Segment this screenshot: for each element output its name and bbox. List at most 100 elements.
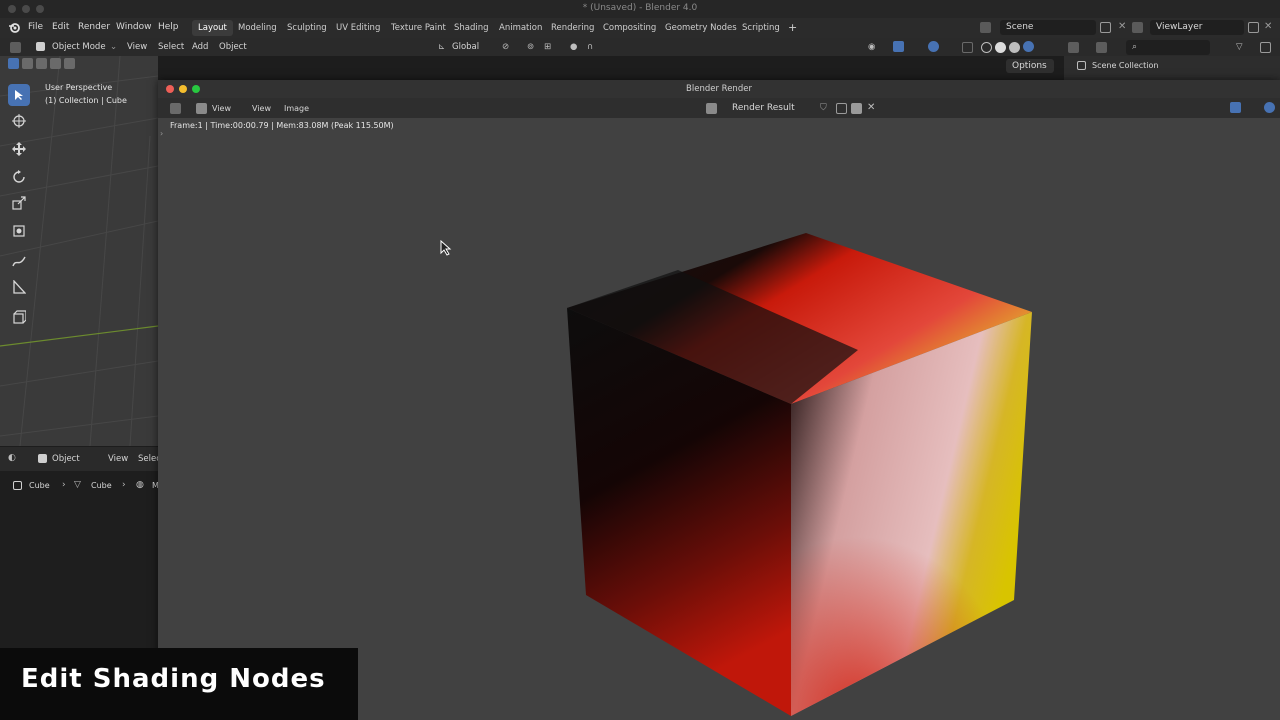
proportional-edit-icon[interactable]: ● — [570, 42, 577, 52]
view-layer-field[interactable]: ViewLayer — [1150, 20, 1244, 35]
mesh-icon: ▽ — [74, 480, 81, 490]
new-scene-icon[interactable] — [1100, 22, 1111, 33]
outliner: Scene Collection — [1064, 56, 1280, 82]
menu-render[interactable]: Render — [78, 22, 110, 32]
scale-tool-icon[interactable] — [8, 192, 30, 214]
select-intersect-icon[interactable] — [50, 58, 61, 69]
snap-icon[interactable]: ⊚ — [527, 42, 534, 52]
options-label: Options — [1012, 61, 1047, 71]
new-collection-icon[interactable] — [1260, 42, 1271, 53]
visibility-icon[interactable]: ◉ — [868, 42, 875, 52]
object-type-icon — [38, 454, 47, 463]
tab-shading[interactable]: Shading — [448, 20, 495, 36]
annotate-tool-icon[interactable] — [8, 250, 30, 272]
select-tool-icon[interactable] — [8, 84, 30, 106]
collection-icon — [1077, 61, 1086, 70]
select-extend-icon[interactable] — [22, 58, 33, 69]
viewport-menu-add[interactable]: Add — [192, 42, 208, 52]
select-subtract-icon[interactable] — [36, 58, 47, 69]
wireframe-shading-icon[interactable] — [981, 42, 992, 53]
tab-animation[interactable]: Animation — [493, 20, 548, 36]
object-mode-icon — [36, 42, 45, 51]
lower-editor-header: ◐ Object View Selec — [0, 447, 161, 471]
lower-mode-dropdown[interactable]: Object — [52, 454, 80, 464]
search-icon: ⌕ — [1132, 42, 1138, 52]
menu-window[interactable]: Window — [116, 22, 152, 32]
breadcrumb-mesh[interactable]: Cube — [91, 481, 112, 490]
select-box-mode-icon[interactable] — [8, 58, 19, 69]
render-result-image — [567, 233, 1032, 716]
add-cube-tool-icon[interactable] — [8, 306, 30, 328]
move-tool-icon[interactable] — [8, 138, 30, 160]
orientation-icon: ⊾ — [438, 42, 446, 52]
lower-breadcrumb: Cube › ▽ Cube › ◍ M — [0, 477, 159, 495]
viewport-menu-view[interactable]: View — [127, 42, 147, 52]
tab-geometry-nodes[interactable]: Geometry Nodes — [659, 20, 743, 36]
view-layer-icon[interactable] — [1132, 22, 1143, 33]
new-view-layer-icon[interactable] — [1248, 22, 1259, 33]
gizmo-toggle-icon[interactable] — [893, 41, 904, 52]
outliner-search-input[interactable]: ⌕ — [1126, 40, 1210, 55]
menu-help[interactable]: Help — [158, 22, 179, 32]
scene-name: Scene — [1006, 22, 1034, 32]
mode-dropdown[interactable]: Object Mode — [52, 42, 106, 52]
options-dropdown[interactable]: Options — [1006, 59, 1054, 73]
snap-target-icon[interactable]: ⊞ — [544, 42, 551, 52]
xray-icon[interactable] — [962, 42, 973, 53]
viewport-perspective-label: User Perspective — [45, 83, 113, 92]
orientation-dropdown[interactable]: Global — [452, 42, 479, 52]
filter-icon[interactable]: ▽ — [1236, 42, 1243, 52]
tab-sculpting[interactable]: Sculpting — [281, 20, 333, 36]
delete-view-layer-icon[interactable]: ✕ — [1264, 22, 1275, 33]
top-menu-bar: File Edit Render Window Help Layout Mode… — [0, 18, 1280, 38]
delete-scene-icon[interactable]: ✕ — [1118, 22, 1129, 33]
rotate-tool-icon[interactable] — [8, 166, 30, 188]
lower-menu-view[interactable]: View — [108, 454, 128, 464]
tab-layout[interactable]: Layout — [192, 20, 233, 36]
rendered-shading-icon[interactable] — [1023, 41, 1034, 52]
chevron-down-icon[interactable]: ⌄ — [110, 42, 117, 52]
editor-type-icon[interactable] — [10, 42, 21, 53]
menu-file[interactable]: File — [28, 22, 43, 32]
tab-scripting[interactable]: Scripting — [736, 20, 786, 36]
outliner-header: ⌕ ▽ — [1060, 38, 1280, 56]
tab-modeling[interactable]: Modeling — [232, 20, 283, 36]
scene-collection-label[interactable]: Scene Collection — [1092, 61, 1159, 70]
transform-tool-icon[interactable] — [8, 220, 30, 242]
menu-edit[interactable]: Edit — [52, 22, 69, 32]
chevron-right-icon: › — [122, 480, 126, 490]
display-mode-icon[interactable] — [1096, 42, 1107, 53]
tab-texture-paint[interactable]: Texture Paint — [385, 20, 452, 36]
material-icon: ◍ — [136, 480, 144, 490]
viewport-menu-select[interactable]: Select — [158, 42, 184, 52]
pivot-icon[interactable]: ⊘ — [502, 42, 509, 52]
render-window[interactable]: Blender Render View View Image Render Re… — [158, 80, 1280, 720]
chevron-right-icon: › — [62, 480, 66, 490]
tab-rendering[interactable]: Rendering — [545, 20, 600, 36]
scene-type-icon[interactable] — [980, 22, 991, 33]
caption-text: Edit Shading Nodes — [21, 664, 326, 694]
os-title-bar: * (Unsaved) - Blender 4.0 — [0, 0, 1280, 18]
scene-field[interactable]: Scene — [1000, 20, 1096, 35]
tab-compositing[interactable]: Compositing — [597, 20, 662, 36]
blender-logo-icon[interactable] — [8, 21, 21, 34]
cursor-tool-icon[interactable] — [8, 110, 30, 132]
object-icon — [13, 481, 22, 490]
mouse-cursor-icon — [440, 240, 452, 256]
measure-tool-icon[interactable] — [8, 276, 30, 298]
solid-shading-icon[interactable] — [995, 42, 1006, 53]
add-workspace-icon[interactable]: + — [782, 20, 803, 36]
overlay-toggle-icon[interactable] — [928, 41, 939, 52]
tab-uv-editing[interactable]: UV Editing — [330, 20, 386, 36]
select-invert-icon[interactable] — [64, 58, 75, 69]
viewport-header: Object Mode ⌄ View Select Add Object ⊾ G… — [0, 38, 1060, 73]
breadcrumb-object[interactable]: Cube — [29, 481, 50, 490]
tutorial-caption: Edit Shading Nodes — [0, 648, 358, 720]
view-layer-name: ViewLayer — [1156, 22, 1203, 32]
shader-editor-icon[interactable]: ◐ — [8, 453, 16, 463]
falloff-icon[interactable]: ∩ — [587, 42, 593, 52]
window-title: * (Unsaved) - Blender 4.0 — [582, 3, 698, 13]
viewport-menu-object[interactable]: Object — [219, 42, 247, 52]
outliner-editor-icon[interactable] — [1068, 42, 1079, 53]
material-shading-icon[interactable] — [1009, 42, 1020, 53]
